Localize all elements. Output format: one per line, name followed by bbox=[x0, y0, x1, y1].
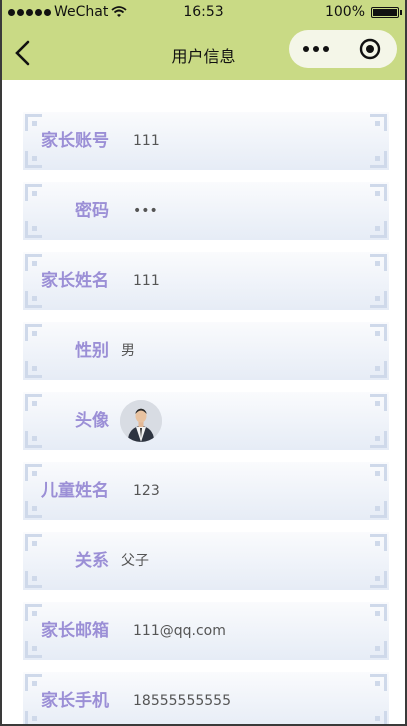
close-target-icon bbox=[359, 38, 381, 60]
field-label: 关系 bbox=[75, 551, 109, 571]
field-label: 头像 bbox=[75, 411, 109, 431]
field-value: 111 bbox=[133, 273, 160, 289]
field-value: 123 bbox=[133, 483, 160, 499]
status-bar: WeChat 16:53 100% bbox=[0, 0, 407, 26]
field-row-parent-account[interactable]: 家长账号 111 bbox=[23, 112, 389, 170]
battery-area: 100% bbox=[324, 4, 402, 20]
field-label: 家长姓名 bbox=[41, 271, 109, 291]
field-value: 111@qq.com bbox=[133, 623, 226, 639]
close-button[interactable] bbox=[343, 37, 397, 61]
battery-icon bbox=[371, 6, 402, 18]
field-value: 父子 bbox=[121, 553, 149, 569]
field-label: 家长邮箱 bbox=[41, 621, 109, 641]
more-dots-icon bbox=[303, 46, 309, 52]
field-value: 18555555555 bbox=[133, 693, 231, 709]
field-label: 家长账号 bbox=[41, 131, 109, 151]
field-row-child-name[interactable]: 儿童姓名 123 bbox=[23, 462, 389, 520]
field-label: 性别 bbox=[75, 341, 109, 361]
field-row-password[interactable]: 密码 ••• bbox=[23, 182, 389, 240]
field-row-gender[interactable]: 性别 男 bbox=[23, 322, 389, 380]
field-value: 男 bbox=[121, 343, 135, 359]
nav-bar: 用户信息 bbox=[0, 26, 407, 80]
field-label: 儿童姓名 bbox=[41, 481, 109, 501]
field-row-parent-name[interactable]: 家长姓名 111 bbox=[23, 252, 389, 310]
avatar-person-icon bbox=[120, 400, 162, 442]
field-label: 密码 bbox=[75, 201, 109, 221]
field-label: 家长手机 bbox=[41, 691, 109, 711]
battery-percent: 100% bbox=[324, 4, 365, 20]
mini-program-capsule bbox=[289, 30, 397, 68]
more-button[interactable] bbox=[289, 46, 343, 52]
field-row-relationship[interactable]: 关系 父子 bbox=[23, 532, 389, 590]
field-row-parent-phone[interactable]: 家长手机 18555555555 bbox=[23, 672, 389, 726]
avatar[interactable] bbox=[120, 400, 162, 442]
field-value: 111 bbox=[133, 133, 160, 149]
field-value: ••• bbox=[133, 203, 158, 219]
field-row-avatar[interactable]: 头像 bbox=[23, 392, 389, 450]
field-row-parent-email[interactable]: 家长邮箱 111@qq.com bbox=[23, 602, 389, 660]
user-info-list: 家长账号 111 密码 ••• 家长姓名 111 性别 男 头像 儿童姓名 12… bbox=[0, 80, 407, 726]
